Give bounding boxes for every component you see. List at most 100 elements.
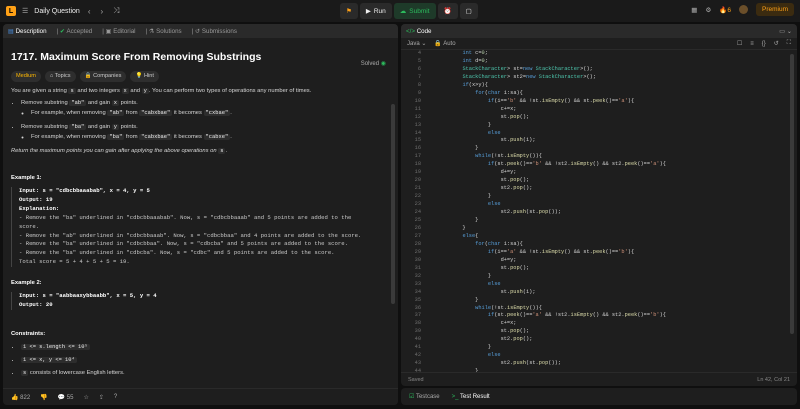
code-line[interactable]: st2.pop();	[437, 336, 666, 344]
code-line[interactable]: st.push(i);	[437, 289, 666, 297]
line-number: 17	[414, 153, 421, 160]
tab-code[interactable]: </> Code	[406, 28, 431, 35]
tab-editorial[interactable]: | ▣ Editorial	[102, 28, 135, 35]
help-icon[interactable]: ?	[114, 394, 117, 400]
code-line[interactable]: for(char i:sa){	[437, 241, 666, 249]
code-line[interactable]: else	[437, 352, 666, 360]
code-line[interactable]: st.pop();	[437, 114, 666, 122]
code-line[interactable]: if(x>y){	[437, 82, 666, 90]
code-line[interactable]: st2.push(st.pop());	[437, 209, 666, 217]
code-line[interactable]: else{	[437, 233, 666, 241]
share-icon[interactable]: ⇪	[99, 394, 104, 401]
code-line[interactable]: d+=y;	[437, 169, 666, 177]
text: Remove substring	[21, 123, 70, 130]
inline-code: x	[111, 99, 120, 106]
code-line[interactable]: }	[437, 297, 666, 305]
code-line[interactable]: else	[437, 130, 666, 138]
run-button[interactable]: ▶ Run	[359, 3, 392, 19]
code-line[interactable]: st2.push(st.pop());	[437, 360, 666, 368]
topics-chip[interactable]: ⌂ Topics	[44, 71, 76, 82]
format-icon[interactable]: ≡	[750, 41, 754, 47]
problem-title[interactable]: 1717. Maximum Score From Removing Substr…	[11, 49, 390, 65]
code-line[interactable]: else	[437, 281, 666, 289]
editor-scrollbar[interactable]	[790, 54, 794, 334]
code-line[interactable]: }	[437, 217, 666, 225]
settings-gear-icon[interactable]: ⚙	[705, 6, 711, 14]
submit-button[interactable]: ☁ Submit	[393, 3, 436, 19]
autocomplete-toggle[interactable]: 🔒 Auto	[434, 40, 455, 47]
code-line[interactable]: StackCharacter> st2=new StackCharacter>(…	[437, 74, 666, 82]
line-number: 40	[414, 336, 421, 343]
comments-button[interactable]: 💬 55	[58, 394, 74, 401]
code-line[interactable]: for(char i:sa){	[437, 90, 666, 98]
line-number: 39	[414, 328, 421, 335]
code-editor[interactable]: 4 5 6 7 8 9 10 11 12 13 14 15 16 17 18 19 20 21 22 23 24 25 26…	[401, 50, 797, 372]
difficulty-badge[interactable]: Medium	[11, 71, 41, 82]
code-line[interactable]: c+=x;	[437, 320, 666, 328]
like-button[interactable]: 👍 822	[11, 394, 30, 401]
code-line[interactable]: st.pop();	[437, 265, 666, 273]
code-line[interactable]: else	[437, 201, 666, 209]
code-line[interactable]: d+=y;	[437, 257, 666, 265]
tab-solutions[interactable]: | ⚗ Solutions	[146, 28, 182, 35]
code-line[interactable]: }	[437, 122, 666, 130]
problem-description: 1717. Maximum Score From Removing Substr…	[3, 38, 398, 388]
tab-accepted[interactable]: | ✔ Accepted	[57, 28, 93, 35]
code-line[interactable]: int c=0;	[437, 50, 666, 58]
tab-description[interactable]: ▤ Description	[8, 28, 47, 35]
companies-chip[interactable]: 🔒 Companies	[79, 71, 127, 82]
shuffle-icon[interactable]: ⤨	[111, 6, 121, 16]
terminal-icon: >_	[451, 393, 459, 400]
code-line[interactable]: StackCharacter> st=new StackCharacter>()…	[437, 66, 666, 74]
tab-submissions[interactable]: | ↺ Submissions	[192, 28, 237, 35]
debug-button[interactable]: ⚑	[340, 3, 358, 19]
run-label: Run	[373, 7, 386, 15]
text: it becomes	[172, 133, 204, 140]
code-line[interactable]: if(i=='b' && !st.isEmpty() && st.peek()=…	[437, 98, 666, 106]
code-line[interactable]: st.pop();	[437, 177, 666, 185]
code-line[interactable]: }	[437, 273, 666, 281]
reset-icon[interactable]: ↺	[774, 40, 779, 47]
leetcode-logo-icon[interactable]: L	[6, 6, 16, 16]
code-line[interactable]: int d=0;	[437, 58, 666, 66]
star-icon[interactable]: ☆	[83, 394, 88, 401]
code-line[interactable]: if(st.peek()=='b' && !st2.isEmpty() && s…	[437, 161, 666, 169]
code-line[interactable]: while(!st.isEmpty()){	[437, 305, 666, 313]
code-line[interactable]: if(i=='a' && !st.isEmpty() && st.peek()=…	[437, 249, 666, 257]
code-line[interactable]: st2.pop();	[437, 185, 666, 193]
code-line[interactable]: st.pop();	[437, 328, 666, 336]
hint-chip[interactable]: 💡 Hint	[130, 71, 159, 82]
tab-test-result[interactable]: >_ Test Result	[452, 394, 490, 400]
code-line[interactable]: c+=x;	[437, 106, 666, 114]
layout-icon[interactable]: ▦	[691, 6, 697, 14]
prev-problem-icon[interactable]: ‹	[86, 7, 93, 16]
expand-icon[interactable]: ▭ ⌄	[779, 28, 792, 35]
code-lines[interactable]: int c=0; int d=0; StackCharacter> st=new…	[437, 50, 666, 372]
language-select[interactable]: Java ⌄	[407, 40, 426, 47]
notes-button[interactable]: ▢	[459, 3, 478, 19]
code-line[interactable]: }	[437, 225, 666, 233]
test-panel: ☑ Testcase >_ Test Result	[401, 388, 797, 405]
streak-counter[interactable]: 🔥6	[719, 6, 731, 14]
fullscreen-icon[interactable]: ⛶	[787, 40, 791, 47]
code-line[interactable]: }	[437, 145, 666, 153]
avatar[interactable]	[738, 5, 748, 14]
text: and gain	[86, 99, 112, 106]
code-line[interactable]: st.push(i);	[437, 137, 666, 145]
list-item: s consists of lowercase English letters.	[21, 369, 390, 378]
problem-list-icon[interactable]: ☰	[22, 7, 28, 15]
dislike-icon[interactable]: 👎	[40, 394, 47, 401]
braces-icon[interactable]: {}	[762, 41, 766, 47]
timer-button[interactable]: ⏰	[437, 3, 458, 19]
bookmark-icon[interactable]: ☐	[737, 40, 742, 47]
code-line[interactable]: if(st.peek()=='a' && !st2.isEmpty() && s…	[437, 312, 666, 320]
tab-testcase[interactable]: ☑ Testcase	[409, 393, 440, 400]
code-line[interactable]: }	[437, 344, 666, 352]
code-line[interactable]: while(!st.isEmpty()){	[437, 153, 666, 161]
description-scrollbar[interactable]	[391, 104, 395, 304]
daily-question-title[interactable]: Daily Question	[34, 8, 80, 15]
example-line: - Remove the "ba" underlined in "cdbcba"…	[19, 249, 335, 257]
code-line[interactable]: }	[437, 193, 666, 201]
next-problem-icon[interactable]: ›	[98, 7, 105, 16]
premium-button[interactable]: Premium	[755, 3, 794, 16]
